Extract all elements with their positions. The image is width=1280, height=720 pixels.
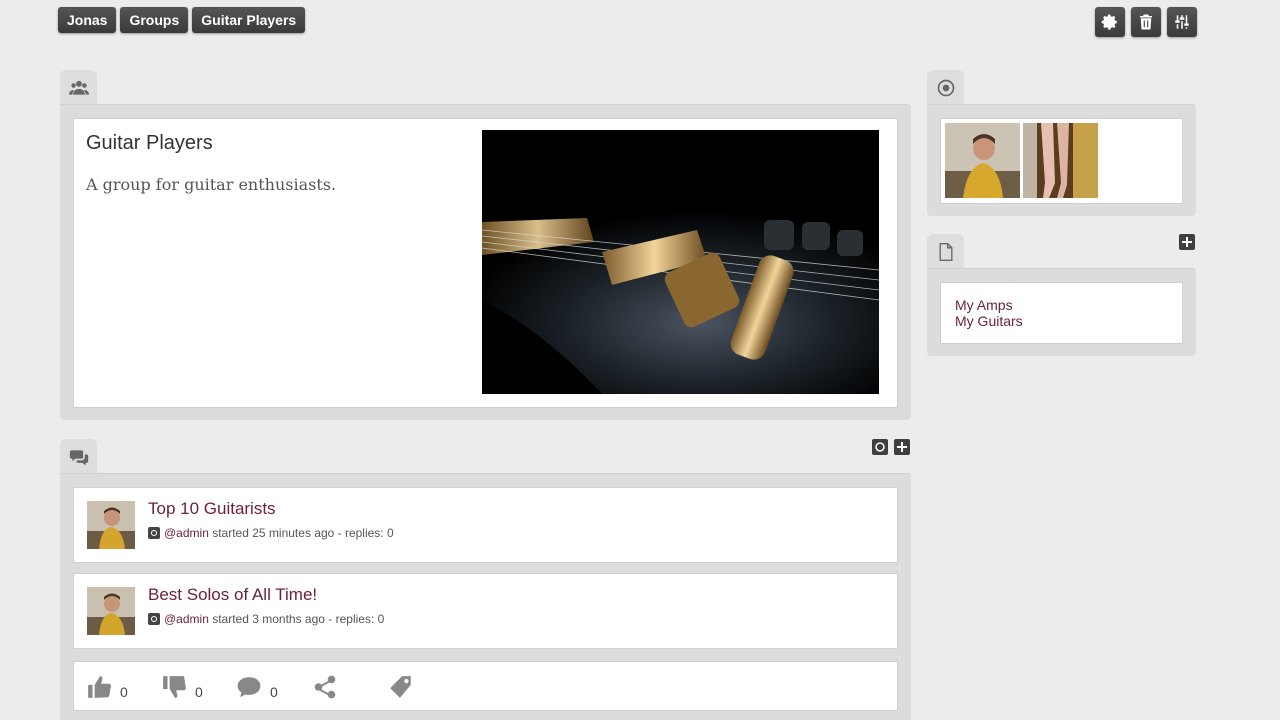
circle-icon — [875, 442, 885, 452]
group-title: Guitar Players — [86, 132, 213, 154]
photo-thumbnail[interactable] — [1023, 123, 1098, 198]
page-link-my-amps[interactable]: My Amps — [955, 297, 1182, 313]
avatar[interactable] — [87, 501, 135, 549]
pages-body: My Amps My Guitars — [927, 268, 1196, 356]
author-link[interactable]: @admin — [164, 526, 209, 540]
pages-panel: My Amps My Guitars — [927, 234, 1196, 356]
comments-icon — [69, 450, 88, 466]
author-link[interactable]: @admin — [164, 612, 209, 626]
file-icon — [939, 243, 952, 261]
avatar[interactable] — [87, 587, 135, 635]
group-info-panel: Guitar Players A group for guitar enthus… — [60, 70, 911, 420]
topic-title[interactable]: Best Solos of All Time! — [148, 585, 317, 605]
plus-icon — [897, 442, 907, 452]
camera-icon — [937, 79, 954, 97]
settings-button[interactable] — [1095, 7, 1125, 37]
breadcrumb-groups[interactable]: Groups — [120, 7, 189, 33]
dislike-button[interactable]: 0 — [161, 674, 203, 700]
thumbs-up-icon — [88, 676, 111, 698]
refresh-discussions-button[interactable] — [872, 439, 888, 455]
photos-tab — [927, 70, 964, 106]
photos-panel — [927, 70, 1196, 216]
photo-thumbnail[interactable] — [945, 123, 1020, 198]
tag-button[interactable] — [388, 674, 414, 700]
photos-body — [927, 104, 1196, 216]
list-item: Best Solos of All Time! @admin started 3… — [73, 573, 898, 649]
pages-card: My Amps My Guitars — [940, 282, 1183, 344]
group-info-body: Guitar Players A group for guitar enthus… — [60, 104, 911, 420]
sliders-icon — [1175, 15, 1189, 29]
breadcrumb: Jonas Groups Guitar Players — [58, 7, 306, 33]
pages-tab — [927, 234, 964, 270]
group-description: A group for guitar enthusiasts. — [86, 175, 337, 194]
delete-button[interactable] — [1131, 7, 1161, 37]
comment-count: 0 — [270, 684, 278, 700]
topic-meta: @admin started 25 minutes ago - replies:… — [148, 526, 394, 540]
like-count: 0 — [120, 684, 128, 700]
topic-title[interactable]: Top 10 Guitarists — [148, 499, 276, 519]
discussions-tab — [60, 439, 97, 475]
dislike-count: 0 — [195, 684, 203, 700]
group-cover-image — [482, 130, 879, 394]
trash-icon — [1140, 14, 1152, 30]
group-icon — [68, 80, 89, 95]
list-item: Top 10 Guitarists @admin started 25 minu… — [73, 487, 898, 563]
topic-meta-text: started 25 minutes ago - replies: 0 — [212, 526, 394, 540]
user-icon — [148, 613, 160, 625]
comment-button[interactable]: 0 — [236, 674, 278, 700]
breadcrumb-guitar-players[interactable]: Guitar Players — [192, 7, 306, 33]
gear-icon — [1101, 14, 1117, 30]
group-info-card: Guitar Players A group for guitar enthus… — [73, 118, 898, 408]
actions-bar: 0 0 0 — [73, 661, 898, 711]
like-button[interactable]: 0 — [86, 674, 128, 700]
share-icon — [314, 675, 336, 699]
add-discussion-button[interactable] — [894, 439, 910, 455]
topic-meta-text: started 3 months ago - replies: 0 — [212, 612, 385, 626]
comment-icon — [237, 677, 261, 698]
plus-icon — [1182, 237, 1192, 247]
guitar-photo — [482, 130, 879, 394]
share-button[interactable] — [312, 674, 338, 700]
photos-card — [940, 118, 1183, 204]
page-link-my-guitars[interactable]: My Guitars — [955, 313, 1182, 329]
breadcrumb-jonas[interactable]: Jonas — [58, 7, 117, 33]
topic-meta: @admin started 3 months ago - replies: 0 — [148, 612, 384, 626]
user-icon — [148, 527, 160, 539]
tag-icon — [390, 676, 411, 698]
toolbar — [1095, 7, 1197, 37]
discussions-panel: Top 10 Guitarists @admin started 25 minu… — [60, 439, 911, 720]
adjust-button[interactable] — [1167, 7, 1197, 37]
discussions-body: Top 10 Guitarists @admin started 25 minu… — [60, 473, 911, 720]
group-tab — [60, 70, 97, 106]
add-page-button[interactable] — [1179, 234, 1195, 250]
thumbs-down-icon — [163, 675, 186, 698]
